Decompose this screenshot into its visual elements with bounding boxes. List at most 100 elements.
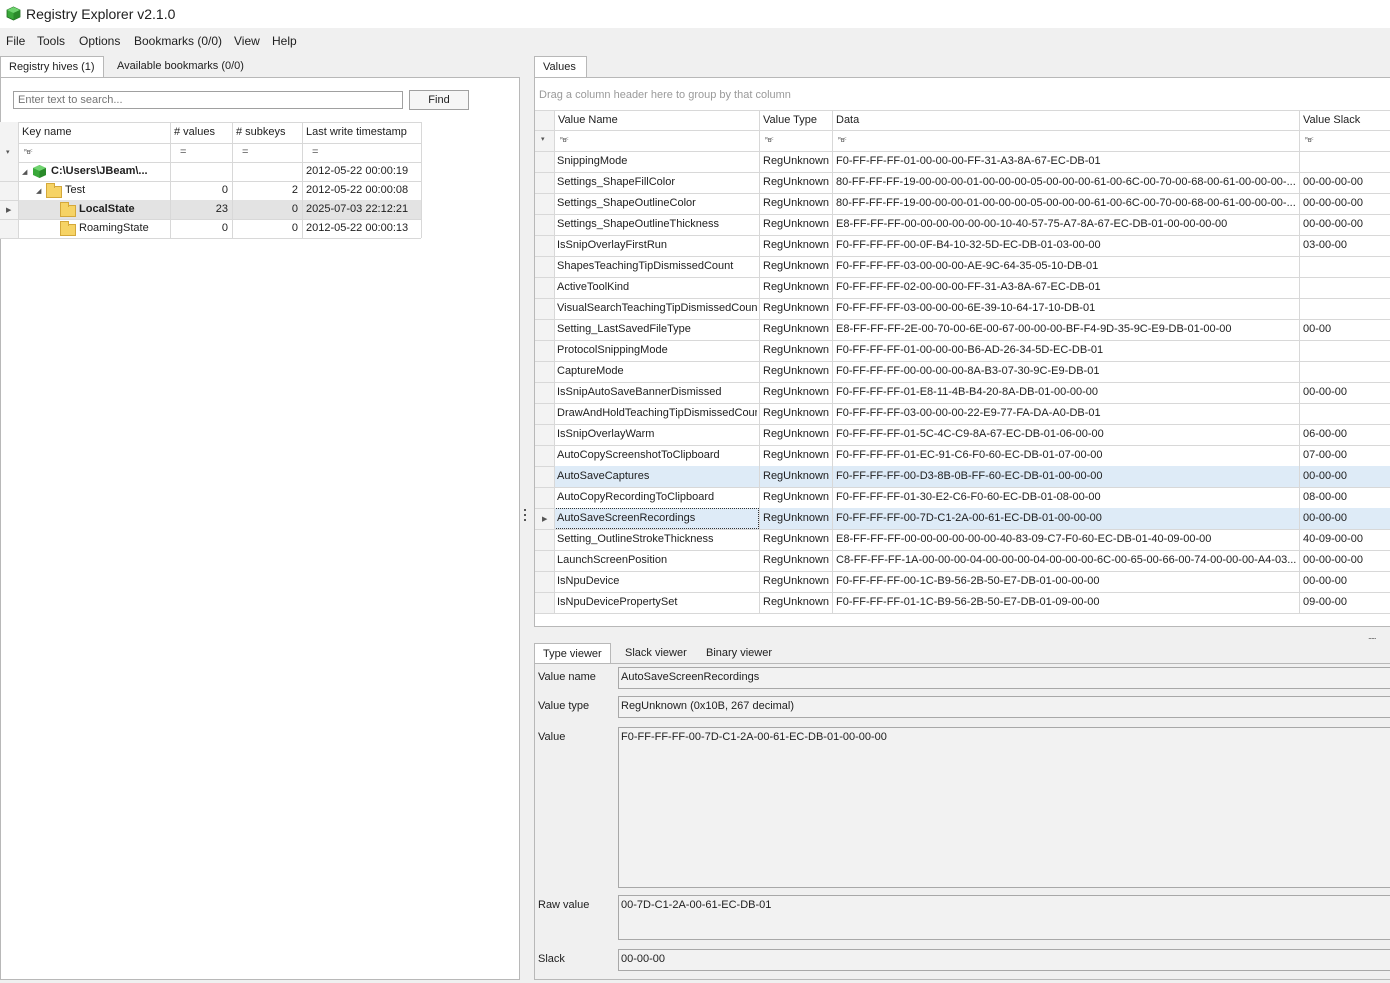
value-type-cell: RegUnknown [763,323,830,335]
tree-key-name: LocalState [79,203,135,215]
value-name-cell: AutoSaveCaptures [557,470,650,482]
value-data-cell: F0-FF-FF-FF-01-E8-11-4B-B4-20-8A-DB-01-0… [836,386,1099,398]
value-name-cell: ShapesTeachingTipDismissedCount [557,260,734,272]
value-data-cell: F0-FF-FF-FF-00-0F-B4-10-32-5D-EC-DB-01-0… [836,239,1101,251]
tab-available-bookmarks[interactable]: Available bookmarks (0/0) [109,56,252,77]
value-data-cell: E8-FF-FF-FF-2E-00-70-00-6E-00-67-00-00-0… [836,323,1232,335]
header-value-slack[interactable]: Value Slack [1303,114,1360,126]
tree-header-timestamp[interactable]: Last write timestamp [306,126,407,138]
filter-pin-icon: ▾ [6,149,10,156]
text-filter-icon[interactable]: ᴿʙᶜ [560,136,569,144]
value-type-cell: RegUnknown [763,344,830,356]
value-slack-cell: 00-00-00-00 [1303,176,1363,188]
text-filter-icon[interactable]: ᴿʙᶜ [838,136,847,144]
raw-value-label: Raw value [538,899,590,911]
value-data-cell: F0-FF-FF-FF-01-00-00-00-B6-AD-26-34-5D-E… [836,344,1104,356]
value-type-cell: RegUnknown [763,470,830,482]
folder-icon [60,202,76,217]
value-data-cell: 80-FF-FF-FF-19-00-00-00-01-00-00-00-05-0… [836,197,1296,209]
value-slack-cell: 40-09-00-00 [1303,533,1363,545]
tab-registry-hives[interactable]: Registry hives (1) [0,56,104,77]
value-name-field[interactable]: AutoSaveScreenRecordings [618,667,1390,689]
value-name-cell: Settings_ShapeOutlineThickness [557,218,720,230]
tab-values[interactable]: Values [534,56,587,77]
tree-key-name: RoamingState [79,222,149,234]
value-type-cell: RegUnknown [763,176,830,188]
menu-help[interactable]: Help [272,34,297,48]
tab-slack-viewer[interactable]: Slack viewer [617,643,695,664]
text-filter-icon[interactable]: ᴿʙᶜ [24,148,33,156]
tree-header-subkeys[interactable]: # subkeys [236,126,286,138]
value-slack-cell [1303,340,1388,361]
splitter-grip[interactable] [523,507,527,523]
equals-filter-icon[interactable]: = [242,146,248,158]
value-name-cell: Setting_LastSavedFileType [557,323,691,335]
expand-arrow-icon[interactable]: ◢ [36,187,41,195]
filter-pin-icon: ▾ [541,136,545,143]
raw-value-field[interactable]: 00-7D-C1-2A-00-61-EC-DB-01 [618,895,1390,940]
value-data-cell: F0-FF-FF-FF-03-00-00-00-6E-39-10-64-17-1… [836,302,1096,314]
value-data-cell: 80-FF-FF-FF-19-00-00-00-01-00-00-00-05-0… [836,176,1296,188]
value-name-cell: IsNpuDevicePropertySet [557,596,678,608]
text-filter-icon[interactable]: ᴿʙᶜ [765,136,774,144]
value-slack-cell: 03-00-00 [1303,239,1348,251]
value-name-cell: ActiveToolKind [557,281,630,293]
menu-bar: File Tools Options Bookmarks (0/0) View … [0,30,1390,52]
value-data-cell: E8-FF-FF-FF-00-00-00-00-00-00-40-83-09-C… [836,533,1212,545]
header-data[interactable]: Data [836,114,859,126]
expand-arrow-icon[interactable]: ◢ [22,168,27,176]
value-type-field[interactable]: RegUnknown (0x10B, 267 decimal) [618,696,1390,718]
find-button[interactable]: Find [409,90,469,110]
value-data-cell: F0-FF-FF-FF-03-00-00-00-22-E9-77-FA-DA-A… [836,407,1101,419]
value-slack-cell: 00-00-00-00 [1303,218,1363,230]
menu-bookmarks[interactable]: Bookmarks (0/0) [134,34,222,48]
value-slack-cell [1303,256,1388,277]
value-name-cell: DrawAndHoldTeachingTipDismissedCount [557,407,757,419]
group-by-hint: Drag a column header here to group by th… [539,89,791,101]
value-data-cell: F0-FF-FF-FF-00-7D-C1-2A-00-61-EC-DB-01-0… [836,512,1102,524]
value-name-cell: AutoCopyScreenshotToClipboard [557,449,720,461]
value-type-cell: RegUnknown [763,449,830,461]
value-slack-cell: 00-00-00 [1303,386,1348,398]
tree-key-name: Test [65,184,86,196]
menu-view[interactable]: View [234,34,260,48]
value-data-cell: F0-FF-FF-FF-01-00-00-00-FF-31-A3-8A-67-E… [836,155,1101,167]
tree-timestamp: 2012-05-22 00:00:19 [306,165,409,177]
value-data-cell: E8-FF-FF-FF-00-00-00-00-00-00-10-40-57-7… [836,218,1228,230]
value-slack-cell: 00-00-00-00 [1303,197,1363,209]
value-slack-cell: 00-00-00-00 [1303,554,1363,566]
value-data-cell: F0-FF-FF-FF-01-1C-B9-56-2B-50-E7-DB-01-0… [836,596,1100,608]
value-field[interactable]: F0-FF-FF-FF-00-7D-C1-2A-00-61-EC-DB-01-0… [618,727,1390,888]
tab-binary-viewer[interactable]: Binary viewer [698,643,780,664]
header-value-name[interactable]: Value Name [558,114,618,126]
tree-header-key-name[interactable]: Key name [22,126,72,138]
value-slack-cell [1303,151,1388,172]
value-slack-cell [1303,298,1388,319]
value-type-cell: RegUnknown [763,491,830,503]
slack-field[interactable]: 00-00-00 [618,949,1390,971]
value-name-cell: LaunchScreenPosition [557,554,668,566]
hive-cube-icon [33,165,46,178]
menu-options[interactable]: Options [79,34,120,48]
horizontal-splitter-grip[interactable]: ..... [1368,631,1376,641]
tree-subkeys-count: 0 [291,222,298,234]
value-name-label: Value name [538,671,596,683]
value-data-cell: F0-FF-FF-FF-03-00-00-00-AE-9C-64-35-05-1… [836,260,1099,272]
menu-tools[interactable]: Tools [37,34,65,48]
value-name-cell: VisualSearchTeachingTipDismissedCount [557,302,757,314]
tree-timestamp: 2025-07-03 22:12:21 [306,203,409,215]
search-input[interactable] [13,91,403,109]
text-filter-icon[interactable]: ᴿʙᶜ [1305,136,1314,144]
value-type-cell: RegUnknown [763,554,830,566]
value-data-cell: F0-FF-FF-FF-01-30-E2-C6-F0-60-EC-DB-01-0… [836,491,1101,503]
tree-values-count: 0 [221,222,228,234]
tree-header-values[interactable]: # values [174,126,215,138]
value-slack-cell [1303,403,1388,424]
equals-filter-icon[interactable]: = [180,146,186,158]
value-type-cell: RegUnknown [763,302,830,314]
equals-filter-icon[interactable]: = [312,146,318,158]
menu-file[interactable]: File [6,34,25,48]
tab-type-viewer[interactable]: Type viewer [534,643,611,664]
header-value-type[interactable]: Value Type [763,114,817,126]
value-type-cell: RegUnknown [763,407,830,419]
